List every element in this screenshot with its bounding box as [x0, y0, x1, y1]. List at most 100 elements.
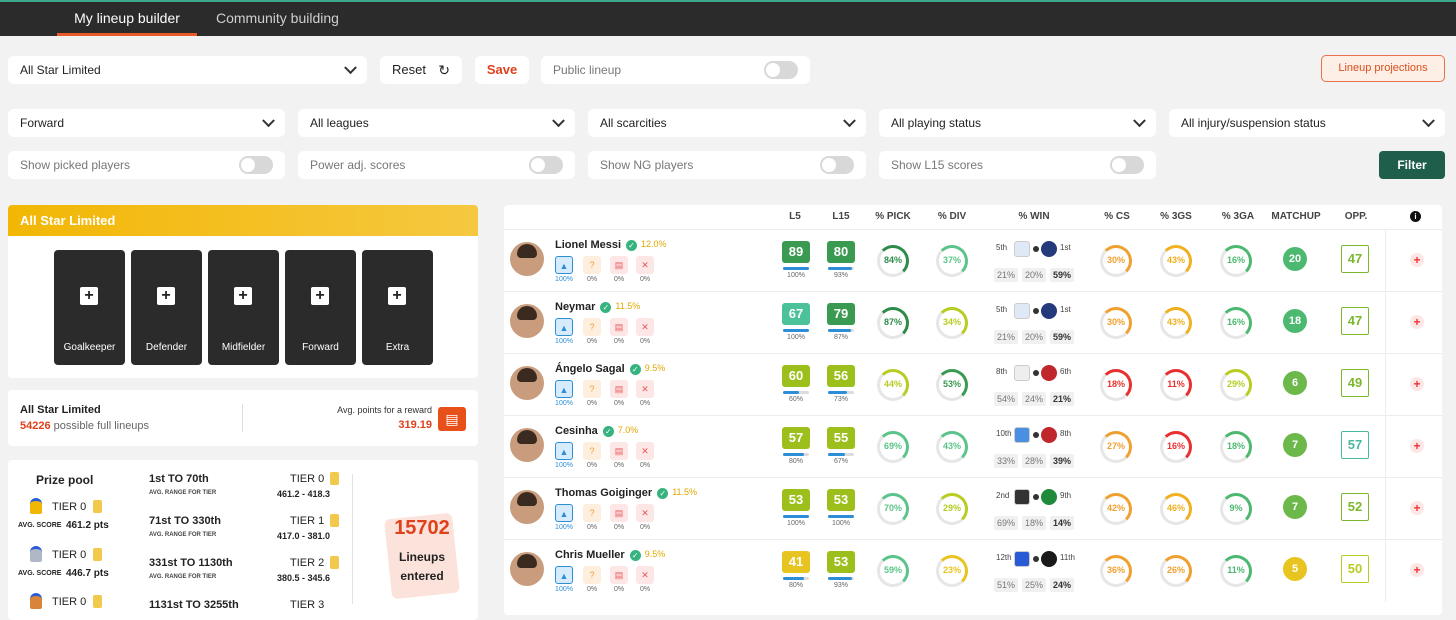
rank-range-sub: AVG. RANGE FOR TIER — [149, 574, 217, 580]
player-name[interactable]: Cesinha — [555, 425, 598, 437]
opponent-score: 47 — [1341, 245, 1369, 273]
add-player-button[interactable]: + — [1410, 439, 1424, 453]
ownership-pct: 11.5% — [615, 301, 641, 311]
table-row[interactable]: Cesinha ▲ ? ▤ ✕ 100% 0% 0% 0% 57 80% 55 … — [504, 415, 1442, 478]
info-icon[interactable]: i — [1410, 211, 1421, 222]
doubtful-pct: 0% — [586, 524, 598, 531]
table-row[interactable]: Neymar ▲ ? ▤ ✕ 100% 0% 0% 0% 67 100% 79 … — [504, 291, 1442, 354]
col-opp[interactable]: OPP. — [1342, 211, 1370, 222]
competition-select[interactable]: All Star Limited — [8, 56, 367, 84]
tab-my-lineup-builder[interactable]: My lineup builder — [57, 2, 197, 36]
div-ring: 23% — [936, 555, 968, 587]
show-ng-toggle[interactable] — [820, 156, 854, 174]
range-tier: TIER 0 — [290, 473, 325, 485]
pick-ring: 44% — [877, 369, 909, 401]
3gs-ring-value: 46% — [1166, 503, 1185, 513]
bench-pct: 0% — [613, 524, 625, 531]
table-row[interactable]: Thomas Goiginger ▲ ? ▤ ✕ 100% 0% 0% 0% 5… — [504, 477, 1442, 540]
div-ring: 34% — [936, 307, 968, 339]
summary-lineups: 54226 possible full lineups — [20, 420, 149, 432]
away-team-logo — [1041, 489, 1057, 505]
add-player-button[interactable]: + — [1410, 253, 1424, 267]
3gs-ring-value: 16% — [1166, 441, 1185, 451]
power-adj-toggle[interactable] — [529, 156, 563, 174]
col-win[interactable]: % WIN — [1013, 211, 1055, 222]
plus-icon: + — [388, 287, 406, 305]
add-player-button[interactable]: + — [1410, 563, 1424, 577]
player-name[interactable]: Ángelo Sagal — [555, 363, 625, 375]
reset-button[interactable]: Reset ↻ — [380, 56, 462, 84]
pick-ring: 69% — [877, 431, 909, 463]
col-matchup[interactable]: MATCHUP — [1268, 211, 1324, 222]
slot-forward[interactable]: + Forward — [285, 250, 356, 365]
vs-dot — [1033, 308, 1039, 314]
div-ring: 53% — [936, 369, 968, 401]
position-select[interactable]: Forward — [8, 109, 285, 137]
divider — [1385, 354, 1386, 416]
add-player-button[interactable]: + — [1410, 377, 1424, 391]
l5-score: 41 — [782, 551, 810, 573]
coin-icon — [330, 556, 339, 569]
table-row[interactable]: Chris Mueller ▲ ? ▤ ✕ 100% 0% 0% 0% 41 8… — [504, 539, 1442, 602]
lineup-count-suffix: possible full lineups — [53, 420, 150, 432]
divider — [1385, 478, 1386, 540]
save-button[interactable]: Save — [475, 56, 529, 84]
show-l15-toggle[interactable] — [1110, 156, 1144, 174]
scarcities-select[interactable]: All scarcities — [588, 109, 866, 137]
filter-button[interactable]: Filter — [1379, 151, 1445, 179]
chevron-down-icon — [552, 114, 565, 128]
avatar — [510, 428, 544, 462]
table-row[interactable]: Lionel Messi ▲ ? ▤ ✕ 100% 0% 0% 0% 89 10… — [504, 229, 1442, 292]
away-team-logo — [1041, 365, 1057, 381]
slot-label: Midfielder — [221, 342, 266, 353]
playing-status-select[interactable]: All playing status — [879, 109, 1156, 137]
add-player-button[interactable]: + — [1410, 501, 1424, 515]
home-win-pct: 54% — [994, 392, 1019, 406]
col-pick[interactable]: % PICK — [872, 211, 914, 222]
l5-bar — [783, 329, 809, 332]
col-cs[interactable]: % CS — [1101, 211, 1133, 222]
player-name[interactable]: Lionel Messi — [555, 239, 621, 251]
vs-dot — [1033, 370, 1039, 376]
l5-score: 57 — [782, 427, 810, 449]
injury-status-select[interactable]: All injury/suspension status — [1169, 109, 1445, 137]
chevron-down-icon — [1133, 114, 1146, 128]
col-l5[interactable]: L5 — [784, 211, 806, 222]
range-points: 380.5 - 345.6 — [277, 573, 331, 583]
slot-defender[interactable]: + Defender — [131, 250, 202, 365]
home-team-logo — [1014, 241, 1030, 257]
vs-dot — [1033, 556, 1039, 562]
slot-midfielder[interactable]: + Midfielder — [208, 250, 279, 365]
player-name[interactable]: Thomas Goiginger — [555, 487, 652, 499]
add-player-button[interactable]: + — [1410, 315, 1424, 329]
table-row[interactable]: Ángelo Sagal ▲ ? ▤ ✕ 100% 0% 0% 0% 60 60… — [504, 353, 1442, 416]
home-rank: 8th — [996, 367, 1008, 376]
injury-status-value: All injury/suspension status — [1181, 116, 1326, 130]
show-picked-toggle[interactable] — [239, 156, 273, 174]
vs-dot — [1033, 432, 1039, 438]
leagues-select[interactable]: All leagues — [298, 109, 575, 137]
avg-value: 319.19 — [398, 419, 432, 431]
col-3ga[interactable]: % 3GA — [1218, 211, 1258, 222]
scarcities-select-value: All scarcities — [600, 116, 667, 130]
played-pct: 100% — [555, 338, 573, 345]
col-l15[interactable]: L15 — [829, 211, 853, 222]
pick-ring-value: 59% — [883, 565, 902, 575]
slot-extra[interactable]: + Extra — [362, 250, 433, 365]
player-name[interactable]: Neymar — [555, 301, 595, 313]
cs-ring-value: 42% — [1106, 503, 1125, 513]
col-div[interactable]: % DIV — [933, 211, 971, 222]
l15-score: 80 — [827, 241, 855, 263]
lineup-projections-button[interactable]: Lineup projections — [1321, 55, 1445, 82]
show-picked-label: Show picked players — [20, 158, 131, 172]
public-lineup-toggle[interactable] — [764, 61, 798, 79]
tab-community-building[interactable]: Community building — [216, 2, 339, 36]
pick-ring-value: 69% — [883, 441, 902, 451]
away-rank: 9th — [1060, 491, 1072, 500]
home-rank: 5th — [996, 243, 1008, 252]
slot-goalkeeper[interactable]: + Goalkeeper — [54, 250, 125, 365]
lineup-banner: All Star Limited — [8, 205, 478, 236]
col-3gs[interactable]: % 3GS — [1156, 211, 1196, 222]
player-name[interactable]: Chris Mueller — [555, 549, 625, 561]
3gs-ring-value: 26% — [1166, 565, 1185, 575]
